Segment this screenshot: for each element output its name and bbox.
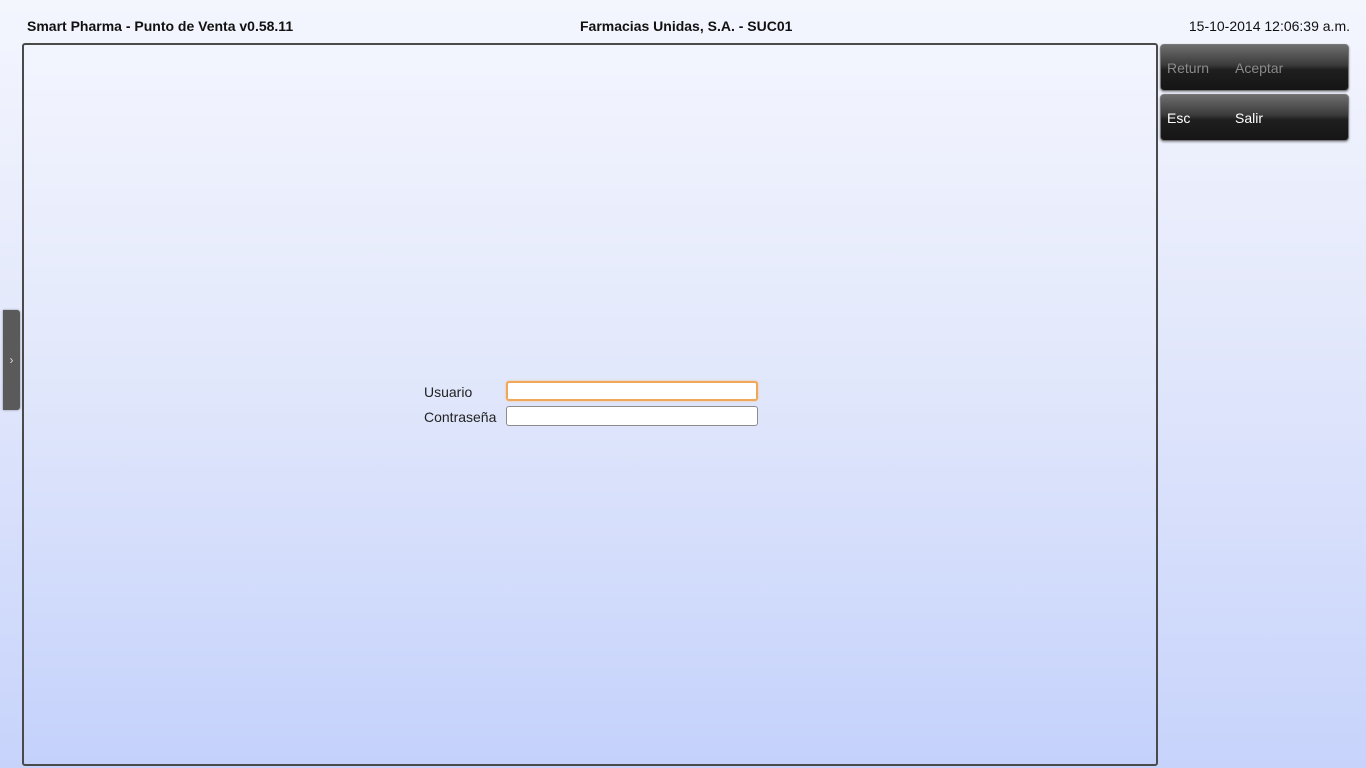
datetime-display: 15-10-2014 12:06:39 a.m.: [1188, 18, 1350, 34]
exit-button[interactable]: Esc Salir: [1160, 94, 1349, 141]
app-title: Smart Pharma - Punto de Venta v0.58.11: [27, 18, 294, 34]
exit-shortcut-key: Esc: [1167, 110, 1191, 126]
password-label: Contraseña: [424, 409, 497, 425]
accept-button[interactable]: Return Aceptar: [1160, 44, 1349, 91]
accept-button-label: Aceptar: [1235, 60, 1284, 76]
side-panel-toggle[interactable]: ›: [3, 310, 20, 410]
username-label: Usuario: [424, 384, 473, 400]
accept-shortcut-key: Return: [1167, 60, 1210, 76]
company-branch: Farmacias Unidas, S.A. - SUC01: [580, 18, 793, 34]
chevron-right-icon: ›: [9, 353, 14, 367]
main-panel: [22, 43, 1158, 766]
password-input[interactable]: [506, 406, 758, 426]
exit-button-label: Salir: [1235, 110, 1264, 126]
username-input[interactable]: [506, 381, 758, 401]
